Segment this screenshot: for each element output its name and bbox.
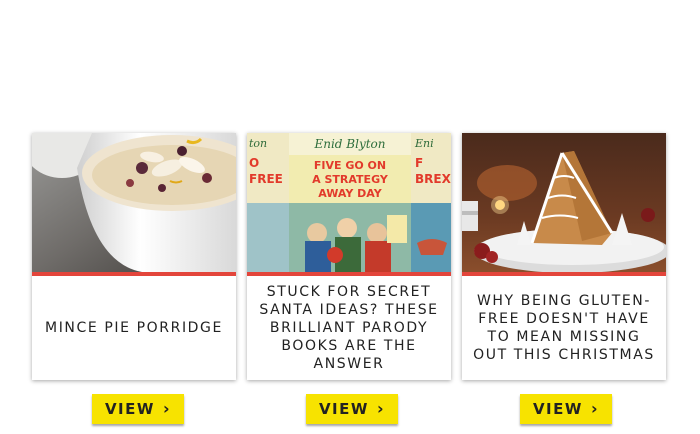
article-card-secret-santa[interactable]: ton O FREE Enid Blyton FIVE GO ON A STRA…	[247, 133, 451, 380]
card-title[interactable]: MINCE PIE PORRIDGE	[38, 276, 230, 380]
right-cover-brand: Eni	[414, 137, 434, 150]
chevron-right-icon: ›	[162, 399, 172, 418]
view-button-label: VIEW	[104, 400, 155, 418]
right-cover-fragment-top: F	[415, 156, 423, 170]
right-cover-fragment-bottom: BREX	[415, 172, 451, 186]
book-title-line-1: FIVE GO ON	[314, 159, 386, 172]
card-title[interactable]: STUCK FOR SECRET SANTA IDEAS? THESE BRIL…	[253, 276, 445, 380]
book-brand: Enid Blyton	[313, 137, 385, 151]
porridge-bowl-image[interactable]	[32, 133, 236, 272]
view-button-label: VIEW	[318, 400, 369, 418]
left-cover-fragment-bottom: FREE	[249, 172, 283, 186]
chevron-right-icon: ›	[376, 399, 386, 418]
view-button-label: VIEW	[532, 400, 583, 418]
card-title[interactable]: WHY BEING GLUTEN-FREE DOESN'T HAVE TO ME…	[468, 276, 660, 380]
parody-books-image[interactable]: ton O FREE Enid Blyton FIVE GO ON A STRA…	[247, 133, 451, 272]
gingerbread-house-image[interactable]	[462, 133, 666, 272]
book-title-line-3: AWAY DAY	[318, 187, 383, 200]
left-cover-brand: ton	[249, 137, 267, 150]
view-button[interactable]: VIEW ›	[92, 394, 184, 424]
book-title-line-2: A STRATEGY	[312, 173, 389, 186]
article-card-gluten-free-christmas[interactable]: WHY BEING GLUTEN-FREE DOESN'T HAVE TO ME…	[462, 133, 666, 380]
chevron-right-icon: ›	[590, 399, 600, 418]
left-cover-fragment-top: O	[249, 156, 259, 170]
view-button[interactable]: VIEW ›	[306, 394, 398, 424]
article-card-mince-pie-porridge[interactable]: MINCE PIE PORRIDGE	[32, 133, 236, 380]
view-button[interactable]: VIEW ›	[520, 394, 612, 424]
